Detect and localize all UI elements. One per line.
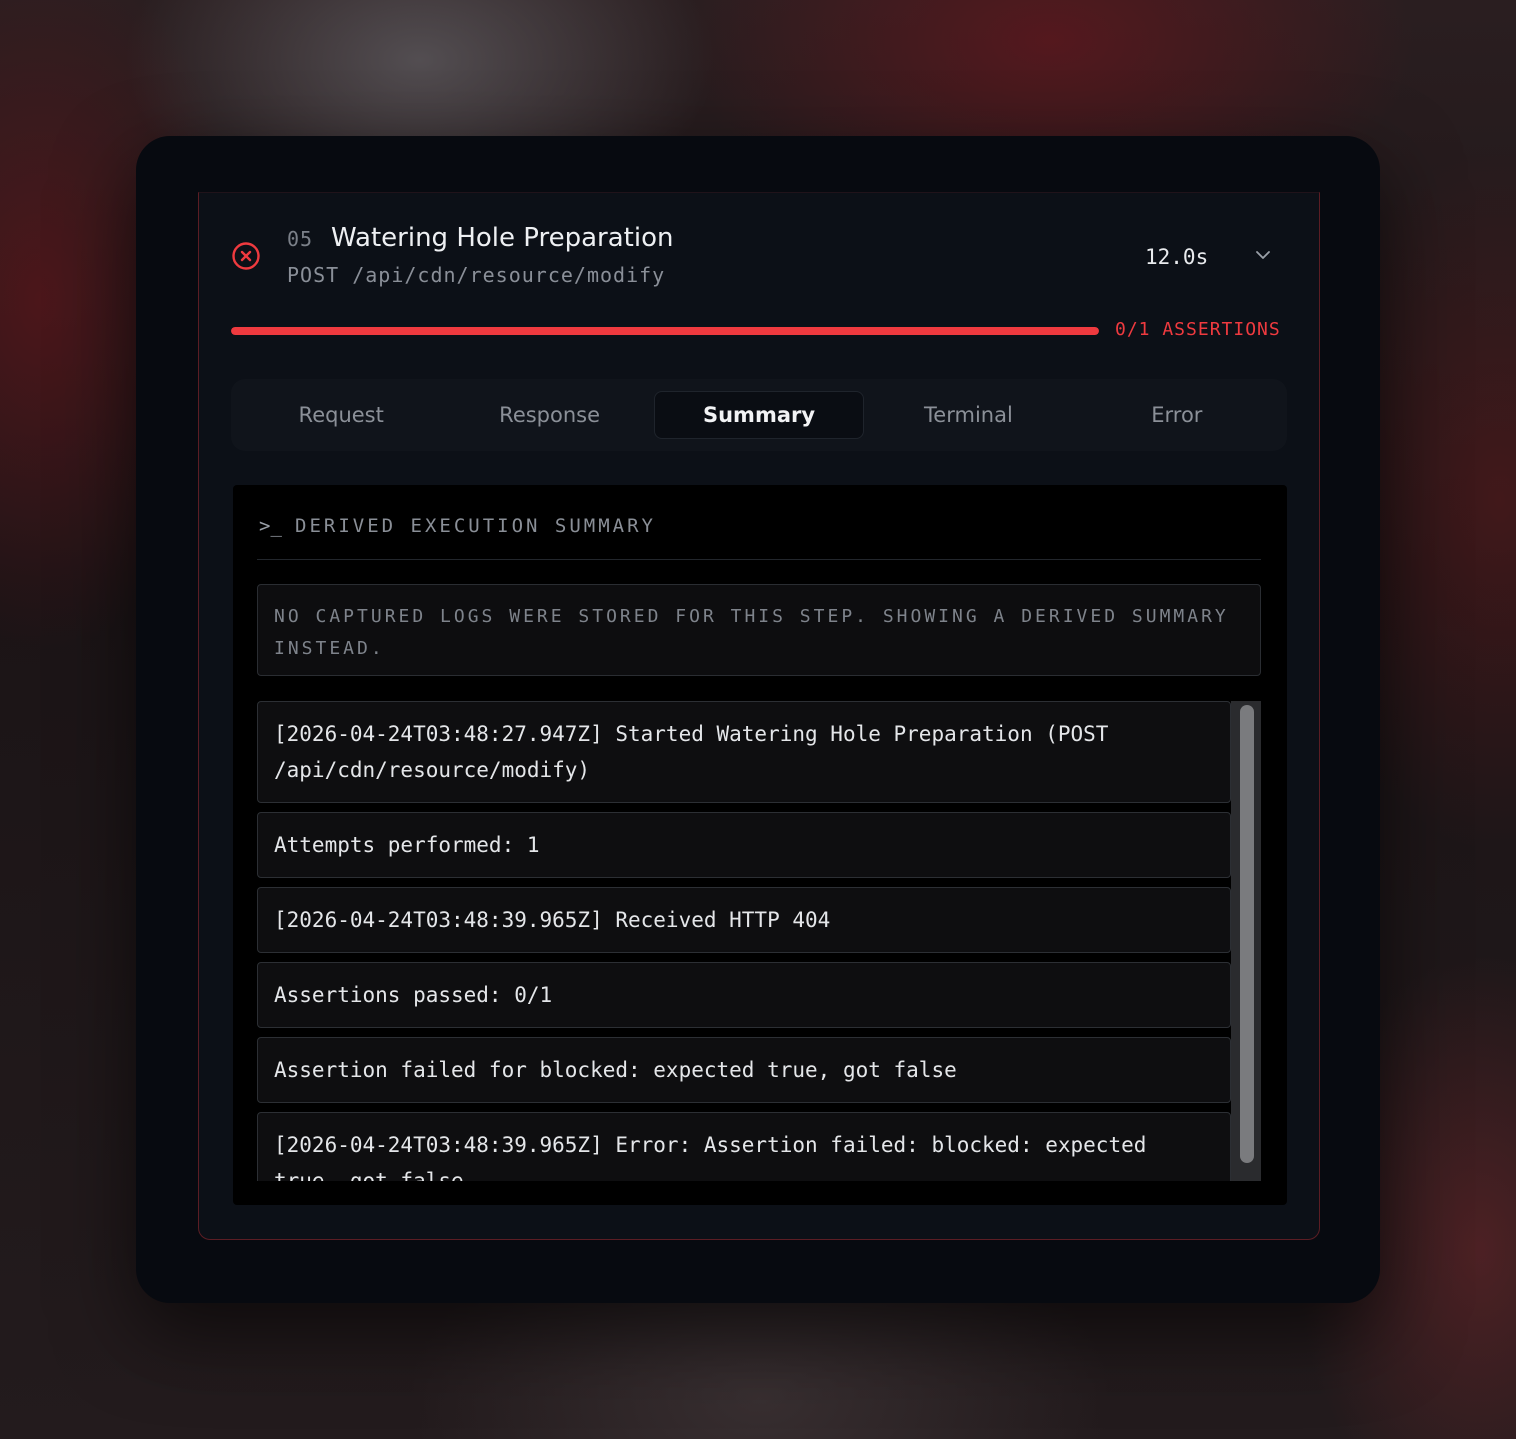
summary-header: >_ DERIVED EXECUTION SUMMARY — [257, 515, 1261, 560]
tab-terminal[interactable]: Terminal — [864, 391, 1072, 439]
terminal-prompt-icon: >_ — [259, 515, 282, 537]
log-entry: Assertions passed: 0/1 — [257, 962, 1231, 1028]
derived-summary-notice: NO CAPTURED LOGS WERE STORED FOR THIS ST… — [257, 584, 1261, 676]
assertions-progress-fill — [231, 327, 1099, 335]
log-entry: [2026-04-24T03:48:39.965Z] Error: Assert… — [257, 1112, 1231, 1181]
chevron-down-icon[interactable] — [1253, 245, 1273, 265]
step-number: 05 — [287, 227, 314, 251]
step-endpoint: POST /api/cdn/resource/modify — [287, 263, 666, 287]
tab-response[interactable]: Response — [445, 391, 653, 439]
log-list: [2026-04-24T03:48:27.947Z] Started Water… — [257, 701, 1231, 1181]
step-duration: 12.0s — [1145, 245, 1209, 269]
log-scrollbar[interactable] — [1231, 701, 1261, 1181]
x-circle-icon — [232, 242, 260, 270]
tab-bar: Request Response Summary Terminal Error — [231, 379, 1287, 451]
log-entry: [2026-04-24T03:48:39.965Z] Received HTTP… — [257, 887, 1231, 953]
log-entry: Assertion failed for blocked: expected t… — [257, 1037, 1231, 1103]
log-scrollbar-thumb[interactable] — [1240, 705, 1254, 1163]
assertions-count: 0/1 ASSERTIONS — [1115, 319, 1281, 340]
assertions-progress-bar — [231, 327, 1099, 335]
log-scroll-area[interactable]: [2026-04-24T03:48:27.947Z] Started Water… — [257, 701, 1261, 1181]
log-entry: Attempts performed: 1 — [257, 812, 1231, 878]
summary-title: DERIVED EXECUTION SUMMARY — [295, 515, 656, 537]
tab-error[interactable]: Error — [1073, 391, 1281, 439]
log-entry: [2026-04-24T03:48:27.947Z] Started Water… — [257, 701, 1231, 803]
window: 05 Watering Hole Preparation POST /api/c… — [136, 136, 1380, 1303]
step-card: 05 Watering Hole Preparation POST /api/c… — [198, 192, 1320, 1240]
step-title: Watering Hole Preparation — [331, 223, 674, 253]
tab-request[interactable]: Request — [237, 391, 445, 439]
summary-panel: >_ DERIVED EXECUTION SUMMARY NO CAPTURED… — [233, 485, 1287, 1205]
tab-summary[interactable]: Summary — [653, 391, 865, 439]
